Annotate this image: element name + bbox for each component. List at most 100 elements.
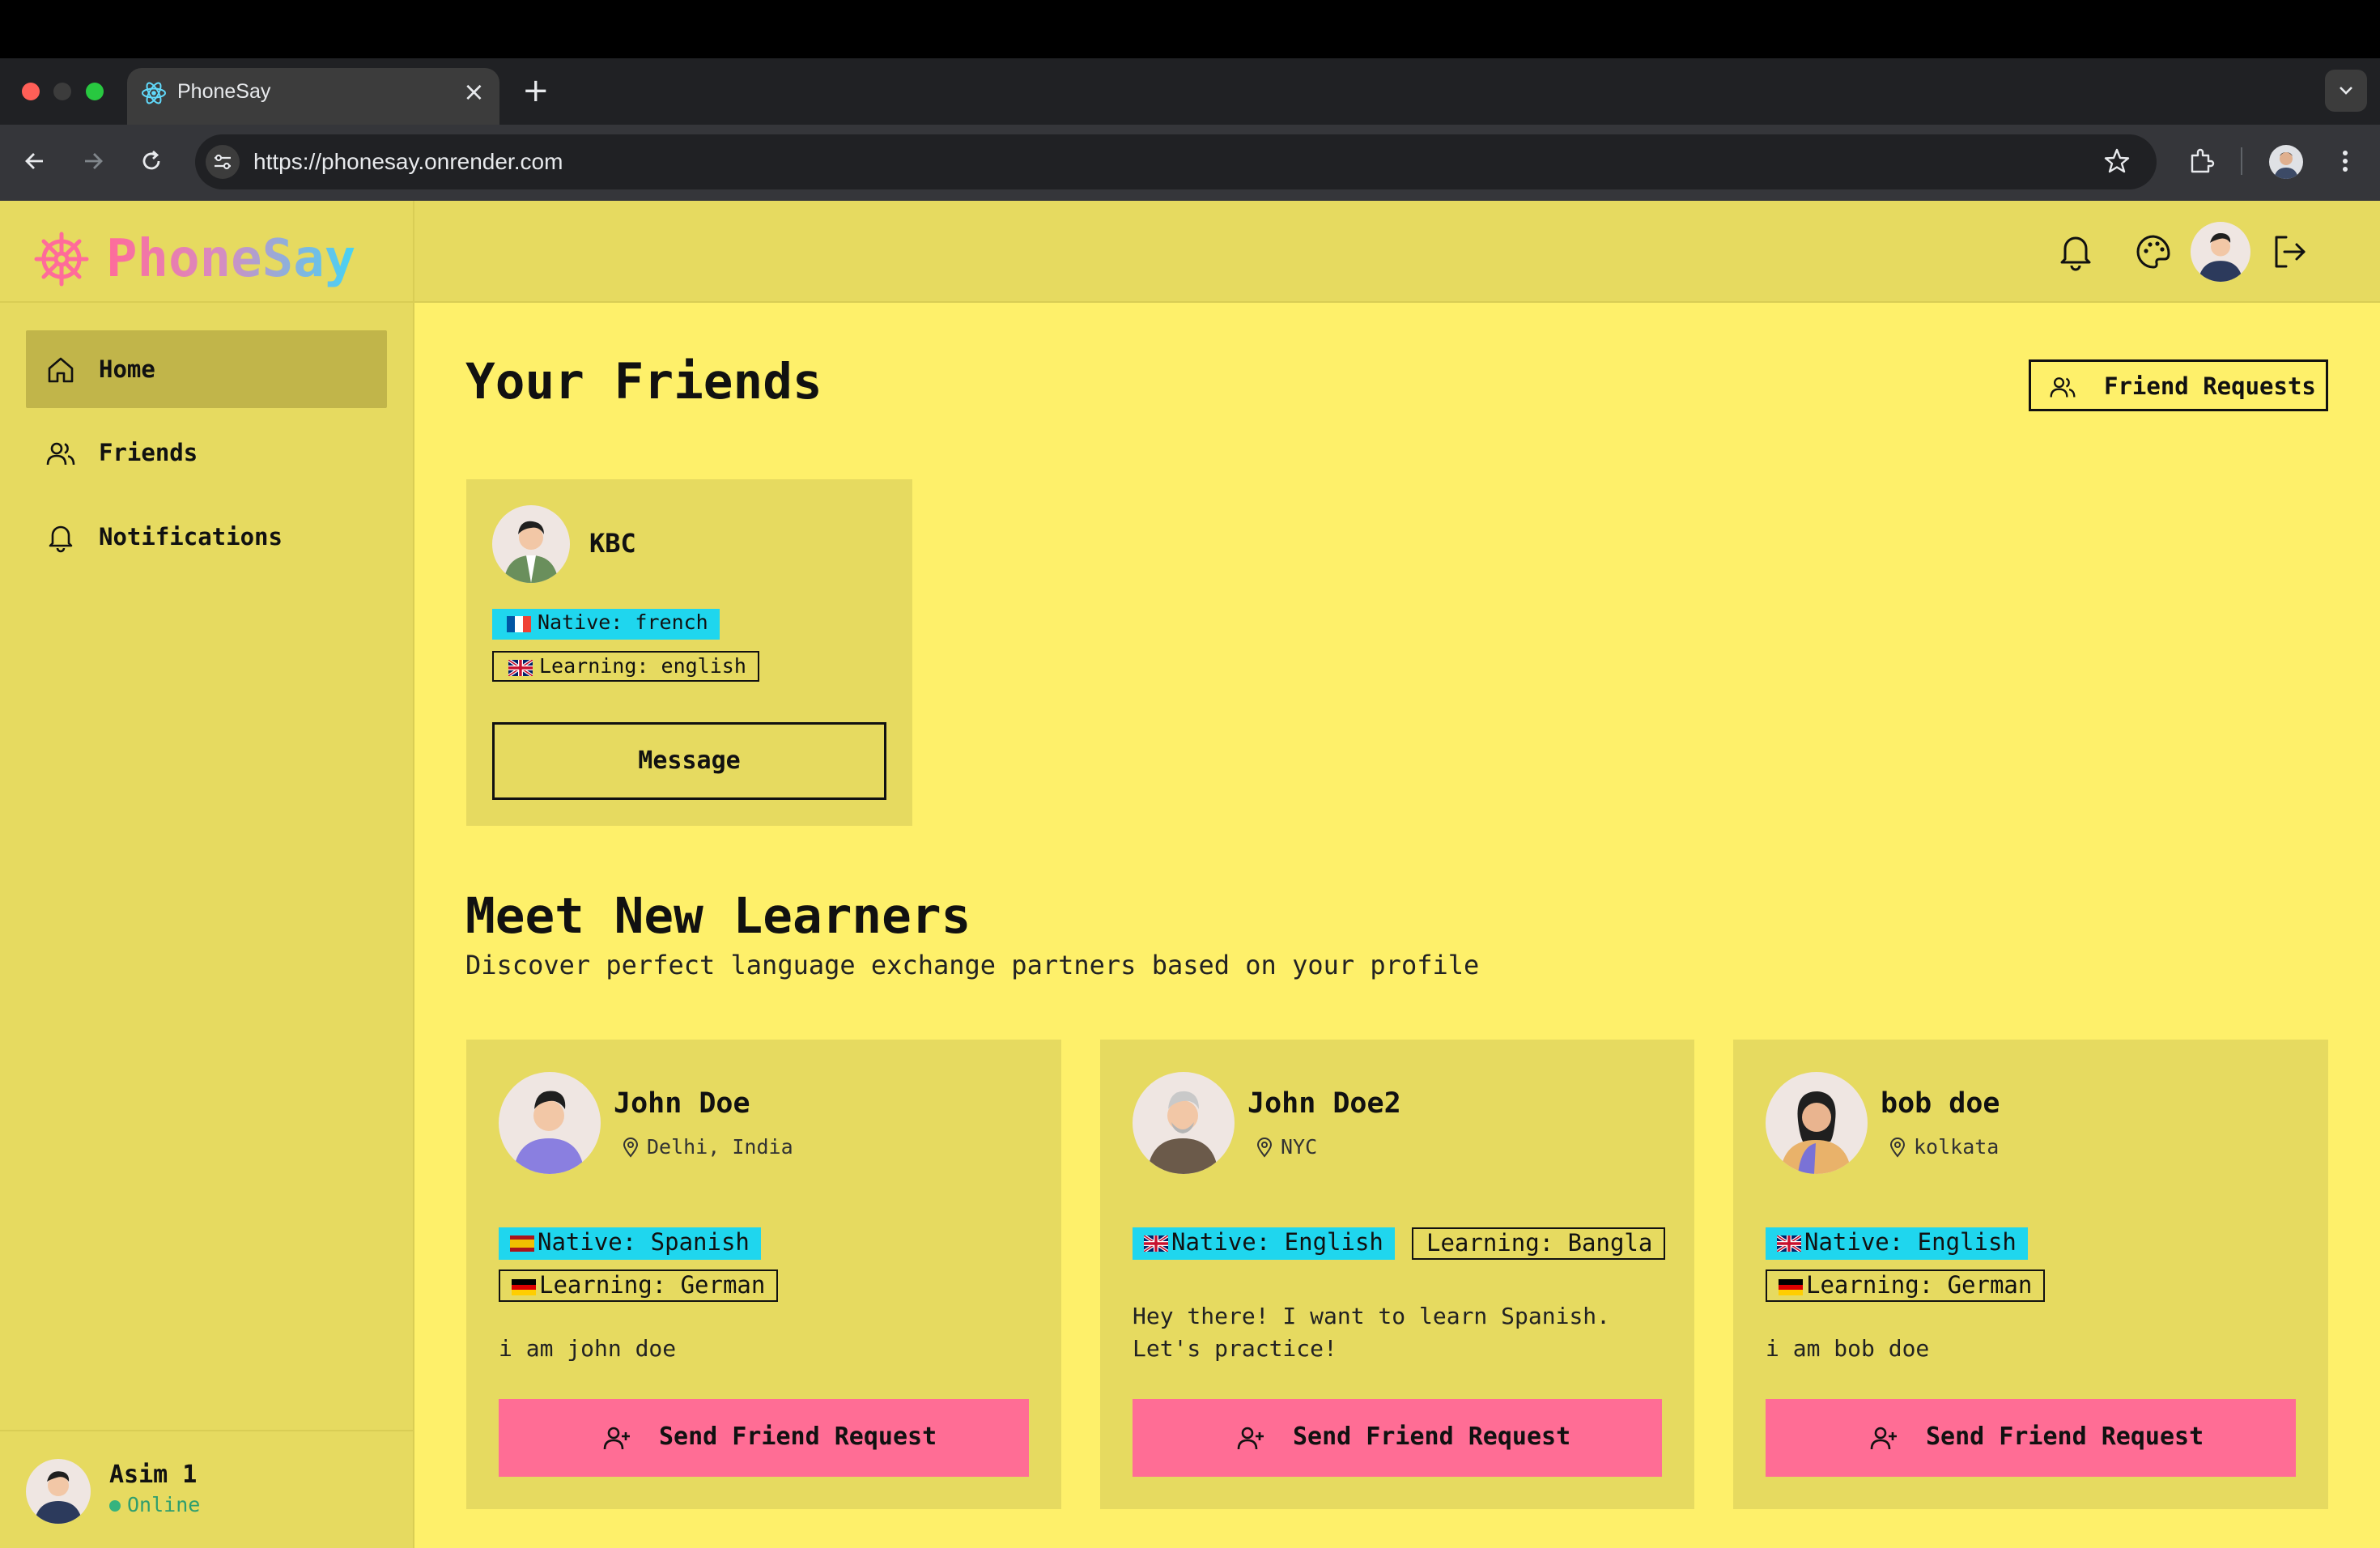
badge-text: Learning: German <box>539 1271 766 1299</box>
send-request-label: Send Friend Request <box>1926 1423 2204 1451</box>
user-plus-icon <box>1870 1427 1897 1450</box>
current-user-name: Asim 1 <box>109 1461 198 1489</box>
learner-card: John Doe Delhi, India Native: Spanish Le… <box>466 1040 1061 1509</box>
spain-flag-icon <box>510 1235 534 1252</box>
message-button[interactable]: Message <box>492 722 886 800</box>
url-text: https://phonesay.onrender.com <box>253 149 563 174</box>
learner-card: John Doe2 NYC Native: English Learning: … <box>1100 1040 1694 1509</box>
uk-flag-icon <box>508 660 533 676</box>
notifications-bell-icon[interactable] <box>2055 231 2097 273</box>
brand-name[interactable]: PhoneSay <box>106 228 355 290</box>
window-minimize-button[interactable] <box>53 83 71 100</box>
logo-row: PhoneSay <box>0 201 413 303</box>
learner-name: bob doe <box>1881 1087 2000 1120</box>
profile-avatar[interactable] <box>2191 222 2250 282</box>
sidebar-item-notifications[interactable]: Notifications <box>26 498 387 576</box>
reload-icon[interactable] <box>139 149 164 173</box>
native-language-badge: Native: french <box>492 609 720 640</box>
home-icon <box>48 357 74 383</box>
native-language-badge: Native: English <box>1133 1227 1395 1260</box>
learner-bio: i am bob doe <box>1766 1335 1930 1362</box>
friend-card: KBC Native: french Learning: english Mes… <box>466 479 912 826</box>
sidebar-item-label: Friends <box>99 439 198 466</box>
learner-name: John Doe2 <box>1247 1087 1401 1120</box>
send-request-label: Send Friend Request <box>659 1423 937 1451</box>
ship-wheel-logo-icon <box>34 232 89 287</box>
tab-search-button[interactable] <box>2325 70 2367 112</box>
toolbar-divider <box>2241 147 2242 175</box>
user-plus-icon <box>1237 1427 1264 1450</box>
badge-text: Learning: Bangla <box>1426 1229 1653 1257</box>
user-status: Online <box>127 1493 201 1516</box>
uk-flag-icon <box>1144 1235 1168 1252</box>
france-flag-icon <box>507 616 531 632</box>
friend-requests-button[interactable]: Friend Requests <box>2029 359 2328 411</box>
learning-language-badge: Learning: english <box>492 651 759 682</box>
badge-text: Learning: German <box>1806 1271 2033 1299</box>
learners-subtitle: Discover perfect language exchange partn… <box>465 950 1480 980</box>
learner-bio: i am john doe <box>499 1335 677 1362</box>
app-root: PhoneSay Home Friends Notifications Asim… <box>0 201 2380 1548</box>
back-arrow-icon[interactable] <box>23 149 47 173</box>
badge-text: Native: English <box>1171 1228 1383 1256</box>
send-friend-request-button[interactable]: Send Friend Request <box>499 1399 1029 1477</box>
bookmark-star-icon[interactable] <box>2103 147 2131 175</box>
map-pin-icon <box>623 1138 639 1158</box>
screen-top-bar <box>0 0 2380 58</box>
germany-flag-icon <box>1779 1279 1803 1295</box>
learning-language-badge: Learning: German <box>499 1269 779 1302</box>
site-info-icon[interactable] <box>206 145 240 179</box>
learner-location: Delhi, India <box>647 1135 793 1159</box>
learner-location: kolkata <box>1914 1135 2000 1159</box>
native-language-badge: Native: English <box>1766 1227 2028 1260</box>
users-icon <box>2050 377 2076 398</box>
badge-text: Learning: english <box>539 654 746 678</box>
avatar <box>1766 1072 1868 1174</box>
map-pin-icon <box>1889 1138 1906 1158</box>
send-friend-request-button[interactable]: Send Friend Request <box>1766 1399 2296 1477</box>
sidebar-item-friends[interactable]: Friends <box>26 414 387 491</box>
forward-arrow-icon[interactable] <box>81 149 105 173</box>
user-plus-icon <box>603 1427 630 1450</box>
sidebar-item-label: Home <box>99 355 155 383</box>
germany-flag-icon <box>512 1279 536 1295</box>
uk-flag-icon <box>1777 1235 1801 1252</box>
avatar <box>499 1072 601 1174</box>
palette-theme-icon[interactable] <box>2132 231 2174 273</box>
users-icon <box>46 442 75 466</box>
badge-text: Native: french <box>538 610 708 634</box>
send-request-label: Send Friend Request <box>1293 1423 1571 1451</box>
new-tab-button[interactable]: + <box>522 73 550 108</box>
learner-card: bob doe kolkata Native: English Learning… <box>1733 1040 2328 1509</box>
sidebar-item-label: Notifications <box>99 523 283 551</box>
badge-text: Native: Spanish <box>538 1228 750 1256</box>
logout-icon[interactable] <box>2268 231 2310 273</box>
avatar[interactable] <box>26 1459 91 1524</box>
react-favicon-icon <box>142 82 166 104</box>
send-friend-request-button[interactable]: Send Friend Request <box>1133 1399 1662 1477</box>
learning-language-badge: Learning: Bangla <box>1412 1227 1666 1260</box>
friend-name: KBC <box>589 528 636 559</box>
bell-icon <box>49 525 73 553</box>
window-zoom-button[interactable] <box>86 83 104 100</box>
browser-profile-avatar[interactable] <box>2269 145 2303 179</box>
avatar <box>492 505 570 583</box>
sidebar-item-home[interactable]: Home <box>26 330 387 408</box>
learners-heading: Meet New Learners <box>465 887 971 945</box>
extensions-puzzle-icon[interactable] <box>2186 146 2216 176</box>
more-vert-icon[interactable] <box>2331 147 2359 175</box>
learner-bio: Hey there! I want to learn Spanish. Let'… <box>1133 1303 1611 1362</box>
avatar <box>1133 1072 1235 1174</box>
learner-name: John Doe <box>614 1087 750 1120</box>
native-language-badge: Native: Spanish <box>499 1227 761 1260</box>
badge-text: Native: English <box>1804 1228 2017 1256</box>
online-dot-icon <box>109 1500 121 1512</box>
map-pin-icon <box>1256 1138 1273 1158</box>
chevron-down-icon <box>2340 87 2352 95</box>
learning-language-badge: Learning: German <box>1766 1269 2046 1302</box>
friends-heading: Your Friends <box>465 353 822 410</box>
window-close-button[interactable] <box>22 83 40 100</box>
tab-title: PhoneSay <box>177 80 271 103</box>
sidebar: PhoneSay Home Friends Notifications <box>0 201 414 1548</box>
tab-close-icon[interactable]: × <box>463 78 485 105</box>
